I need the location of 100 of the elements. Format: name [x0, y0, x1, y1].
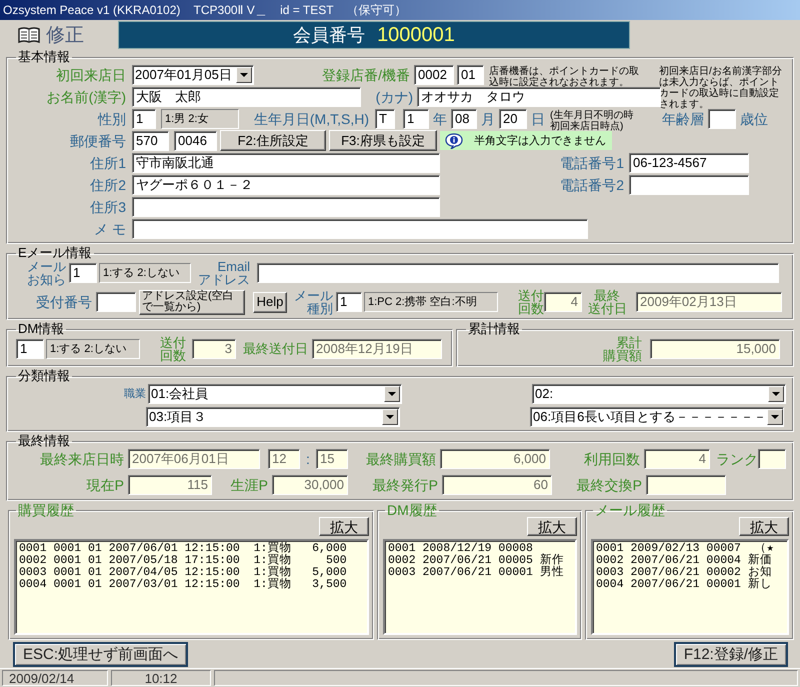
field-label: Emailアドレス: [197, 260, 250, 286]
dropdown-field[interactable]: 02:: [532, 384, 786, 404]
field-label: 住所2: [89, 176, 126, 192]
field-label: 累計購買額: [602, 336, 642, 362]
action-button[interactable]: F3:府県も設定: [329, 130, 437, 151]
caret-icon: [384, 386, 400, 402]
text-field[interactable]: [257, 263, 779, 283]
field-label: 性別: [96, 110, 126, 126]
group-title: 分類情報: [17, 369, 71, 383]
list-row[interactable]: 0003 2007/06/21 00001 男性: [388, 567, 564, 579]
text-field[interactable]: 1: [132, 108, 156, 128]
action-button[interactable]: F2:住所設定: [220, 130, 326, 151]
field-label: 住所1: [89, 154, 126, 170]
field-label: 現在P: [86, 477, 124, 493]
history-list[interactable]: 0001 2008/12/19 00008 0002 2007/06/21 00005 新作 0003 2007/06/21 00001 男性: [383, 539, 577, 635]
group-title: DM履歴: [386, 503, 438, 517]
list-row[interactable]: 0001 0001 01 2007/06/01 12:15:00 1:買物 6,000: [19, 543, 347, 555]
group-title: DM情報: [17, 322, 66, 336]
action-button[interactable]: ESC:処理せず前画面へ: [13, 642, 188, 666]
caret-icon: [767, 408, 784, 424]
text-field[interactable]: 01: [457, 64, 484, 84]
text-field[interactable]: 1: [336, 292, 362, 312]
text-field[interactable]: 0046: [174, 130, 217, 150]
text-field[interactable]: 守市南阪北通: [132, 152, 440, 172]
text-field[interactable]: 1: [69, 263, 97, 283]
field-label: 最終交換P: [576, 477, 642, 493]
expand-button[interactable]: 拡大: [527, 517, 577, 536]
member-label: 会員番号: [293, 24, 366, 47]
group-title: 購買履歴: [17, 503, 75, 517]
list-row[interactable]: 0001 2008/12/19 00008: [388, 543, 533, 555]
dropdown-field[interactable]: 01:会社員: [148, 384, 402, 404]
option-hint: 1:する 2:しない: [46, 339, 140, 359]
member-number: 1000001: [377, 24, 455, 46]
field-label: (カナ): [374, 88, 413, 104]
expand-button[interactable]: 拡大: [319, 517, 369, 536]
field-label: 初回来店日: [55, 66, 126, 82]
action-button[interactable]: Help: [253, 292, 287, 312]
list-row[interactable]: 0002 0001 01 2007/05/18 17:15:00 1:買物 500: [19, 555, 347, 567]
field-label: 日: [530, 110, 546, 126]
text-field[interactable]: [708, 108, 736, 128]
caret-icon: [382, 408, 398, 424]
history-list[interactable]: 0001 2009/02/13 00007 （★ 0002 2007/06/21 00004 新価 0003 2007/06/21 00002 お知 0004 2007/06/21 00001 新し: [591, 539, 789, 635]
field-label: 住所3: [89, 198, 126, 214]
field-label: :: [305, 451, 311, 467]
text-field[interactable]: 08: [451, 108, 477, 128]
field-label: 送付回数: [159, 336, 186, 362]
field-label: 受付番号: [35, 294, 92, 310]
action-button[interactable]: F12:登録/修正: [674, 642, 788, 666]
field-label: メールお知ら: [26, 260, 66, 286]
option-hint: 1:する 2:しない: [99, 263, 191, 283]
text-field[interactable]: 1: [403, 108, 429, 128]
field-label: 最終送付日: [242, 341, 308, 357]
option-hint: 1:男 2:女: [161, 108, 239, 128]
text-field[interactable]: [629, 174, 749, 194]
field-label: 登録店番/機番: [321, 66, 410, 82]
expand-button[interactable]: 拡大: [739, 517, 789, 536]
text-field[interactable]: ヤグーポ６０１－２: [132, 174, 440, 194]
status-text: 2009/02/14: [2, 670, 108, 686]
field-label: 利用回数: [583, 451, 640, 467]
note-text: 店番機番は、ポイントカードの取込時に設定されなおされます。: [489, 64, 640, 88]
action-button[interactable]: アドレス設定(空白で一覧から): [139, 290, 245, 314]
list-row[interactable]: 0002 2007/06/21 00004 新価: [596, 555, 772, 567]
field-label: 郵便番号: [69, 132, 126, 148]
book-icon: [18, 26, 40, 44]
field-label: お名前(漢字): [46, 88, 126, 104]
field-label: 電話番号1: [559, 154, 624, 170]
text-field[interactable]: オオサカ タロウ: [417, 86, 661, 106]
status-text: 10:12: [111, 670, 211, 686]
text-field[interactable]: 20: [499, 108, 527, 128]
field-label: 月: [480, 110, 496, 126]
field-label: 最終購買額: [365, 451, 436, 467]
text-field[interactable]: 06-123-4567: [629, 152, 749, 172]
text-field[interactable]: [132, 218, 588, 238]
dropdown-field[interactable]: 06:項目6長い項目とする－－－－－－－: [530, 406, 784, 426]
field-label: 最終発行P: [372, 477, 438, 493]
text-field[interactable]: 570: [132, 130, 169, 150]
field-label: 職業: [123, 386, 146, 402]
list-row[interactable]: 0002 2007/06/21 00005 新作: [388, 555, 564, 567]
text-field[interactable]: 0002: [414, 64, 454, 84]
text-field[interactable]: 大阪 太郎: [132, 86, 361, 106]
list-row[interactable]: 0003 0001 01 2007/04/05 12:15:00 1:買物 5,000: [19, 567, 347, 579]
text-field[interactable]: [132, 196, 440, 216]
history-list[interactable]: 0001 0001 01 2007/06/01 12:15:00 1:買物 6,000 0002 0001 01 2007/05/18 17:15:00 1:買物 500 0003 0001 01 2007/04/05 12:15:00 1:買物 5,000 0004 0001 01 2007/03/01 12:15:00 1:買物 3,500: [14, 539, 369, 635]
text-field[interactable]: [96, 292, 136, 312]
field-label: 生年月日(M,T,S,H): [252, 110, 369, 126]
text-field[interactable]: T: [375, 108, 395, 128]
note-text: (生年月日不明の時初回来店日時点): [550, 108, 634, 132]
info-icon: [444, 132, 464, 148]
text-field[interactable]: 1: [16, 339, 44, 359]
field-label: 送付回数: [517, 289, 544, 315]
field-label: 生涯P: [230, 477, 268, 493]
option-hint: 1:PC 2:携帯 空白:不明: [364, 292, 498, 312]
dropdown-field[interactable]: 03:項目３: [146, 406, 400, 426]
list-row[interactable]: 0004 2007/06/21 00001 新し: [596, 579, 772, 591]
list-row[interactable]: 0004 0001 01 2007/03/01 12:15:00 1:買物 3,500: [19, 579, 347, 591]
field-label: 歳位: [740, 110, 769, 126]
field-label: メール種別: [293, 289, 333, 315]
group-title: メール履歴: [594, 503, 666, 517]
dropdown-field[interactable]: 2007年01月05日: [132, 64, 254, 84]
group-title: 累計情報: [467, 322, 521, 336]
